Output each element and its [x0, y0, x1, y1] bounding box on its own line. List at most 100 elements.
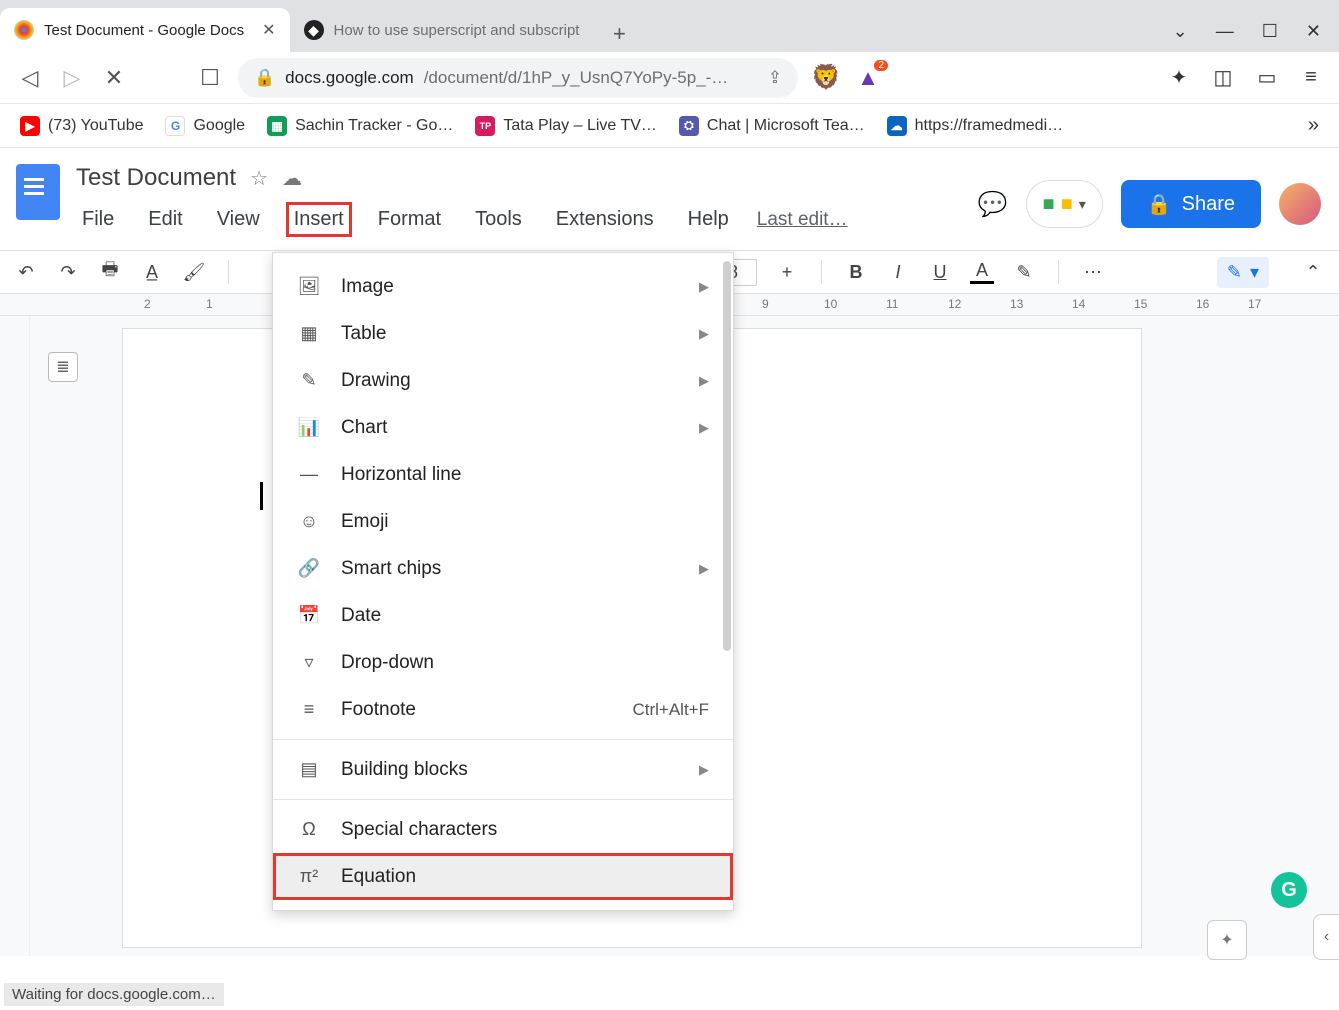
table-icon: ▦	[297, 323, 321, 344]
wallet-icon[interactable]: ▭	[1255, 66, 1279, 90]
star-icon[interactable]: ☆	[250, 166, 268, 191]
insert-menu-date[interactable]: 📅Date	[273, 592, 733, 639]
menu-item-label: Image	[341, 276, 394, 298]
horizontal-line-icon: —	[297, 464, 321, 485]
explore-button[interactable]: ✦	[1207, 920, 1247, 960]
bookmark-icon[interactable]: ☐	[196, 64, 224, 92]
menu-format[interactable]: Format	[372, 204, 447, 235]
underline-icon[interactable]: U	[928, 262, 952, 283]
browser-tab-inactive[interactable]: ◆ How to use superscript and subscript	[290, 8, 594, 52]
meet-icon2: ■	[1061, 193, 1073, 216]
share-button[interactable]: 🔒 Share	[1121, 180, 1261, 228]
browser-tabstrip: Test Document - Google Docs ✕ ◆ How to u…	[0, 0, 1339, 52]
bold-icon[interactable]: B	[844, 262, 868, 283]
editing-mode-button[interactable]: ✎▾	[1217, 257, 1269, 288]
url-host: docs.google.com	[285, 68, 414, 88]
cloud-saved-icon[interactable]: ☁	[282, 166, 302, 191]
highlight-icon[interactable]: ✎	[1012, 262, 1036, 283]
stop-icon[interactable]: ✕	[100, 64, 128, 92]
insert-menu-drop-down[interactable]: ▿Drop-down	[273, 639, 733, 686]
insert-menu-smart-chips[interactable]: 🔗Smart chips▶	[273, 545, 733, 592]
side-panel-toggle[interactable]: ‹	[1313, 914, 1339, 960]
redo-icon[interactable]: ↷	[56, 262, 80, 283]
vertical-ruler[interactable]	[0, 316, 30, 956]
window-controls: ⌄ — ☐ ✕	[1173, 21, 1339, 52]
comments-icon[interactable]: 💬	[978, 190, 1008, 219]
document-outline-button[interactable]: ≣	[48, 352, 78, 382]
bookmark-item[interactable]: ☁https://framedmedi…	[887, 116, 1064, 136]
bookmark-item[interactable]: ⛭Chat | Microsoft Tea…	[679, 116, 865, 136]
insert-menu-table[interactable]: ▦Table▶	[273, 310, 733, 357]
bookmark-item[interactable]: ▦Sachin Tracker - Go…	[267, 116, 453, 136]
brave-shield-icon[interactable]: 🦁	[812, 64, 840, 92]
extensions-icon[interactable]: ✦	[1167, 66, 1191, 90]
close-window-icon[interactable]: ✕	[1306, 21, 1321, 42]
collapse-toolbar-icon[interactable]: ⌃	[1301, 262, 1325, 283]
spellcheck-icon[interactable]: A̲	[140, 262, 164, 283]
insert-menu-building-blocks[interactable]: ▤Building blocks▶	[273, 746, 733, 793]
paint-format-icon[interactable]: 🖌	[182, 262, 206, 283]
insert-menu-emoji[interactable]: ☺Emoji	[273, 498, 733, 545]
google-icon: G	[165, 116, 185, 136]
insert-menu-special-characters[interactable]: ΩSpecial characters	[273, 806, 733, 853]
text-color-icon[interactable]: A	[970, 260, 994, 284]
menu-edit[interactable]: Edit	[142, 204, 188, 235]
bookmark-item[interactable]: ▶(73) YouTube	[20, 116, 143, 136]
menu-tools[interactable]: Tools	[469, 204, 528, 235]
menu-icon[interactable]: ≡	[1299, 66, 1323, 90]
more-icon[interactable]: ⋯	[1081, 262, 1105, 283]
teams-icon: ⛭	[679, 116, 699, 136]
address-bar[interactable]: 🔒 docs.google.com /document/d/1hP_y_UsnQ…	[238, 58, 798, 98]
insert-menu-chart[interactable]: 📊Chart▶	[273, 404, 733, 451]
bookmarks-overflow-icon[interactable]: »	[1308, 114, 1319, 137]
last-edit-link[interactable]: Last edit…	[757, 209, 848, 231]
favicon-icon	[14, 20, 34, 40]
menu-item-label: Drop-down	[341, 652, 434, 674]
menu-extensions[interactable]: Extensions	[550, 204, 660, 235]
browser-tab-active[interactable]: Test Document - Google Docs ✕	[0, 8, 290, 52]
account-avatar[interactable]	[1279, 183, 1321, 225]
font-size-inc-icon[interactable]: +	[775, 262, 799, 283]
sheets-icon: ▦	[267, 116, 287, 136]
grammarly-icon[interactable]: G	[1271, 872, 1307, 908]
undo-icon[interactable]: ↶	[14, 262, 38, 283]
menu-bar: File Edit View Insert Format Tools Exten…	[76, 198, 978, 235]
new-tab-button[interactable]: +	[601, 16, 637, 52]
minimize-icon[interactable]: —	[1216, 21, 1234, 42]
menu-item-label: Emoji	[341, 511, 389, 533]
submenu-arrow-icon: ▶	[699, 420, 709, 436]
insert-menu-image[interactable]: 🖼Image▶	[273, 263, 733, 310]
menu-view[interactable]: View	[211, 204, 266, 235]
chevron-down-icon[interactable]: ⌄	[1173, 21, 1188, 42]
docs-logo-icon[interactable]	[16, 164, 60, 220]
building-blocks-icon: ▤	[297, 759, 321, 780]
insert-menu-footnote[interactable]: ≡FootnoteCtrl+Alt+F	[273, 686, 733, 733]
menu-item-label: Date	[341, 605, 381, 627]
menu-scrollbar[interactable]	[723, 261, 731, 651]
share-url-icon[interactable]: ⇪	[768, 68, 782, 88]
menu-file[interactable]: File	[76, 204, 120, 235]
forward-icon: ▷	[58, 64, 86, 92]
url-path: /document/d/1hP_y_UsnQ7YoPy-5p_-…	[424, 68, 729, 88]
maximize-icon[interactable]: ☐	[1262, 21, 1278, 42]
close-icon[interactable]: ✕	[254, 20, 275, 40]
equation-icon: π²	[297, 866, 321, 887]
insert-menu-drawing[interactable]: ✎Drawing▶	[273, 357, 733, 404]
cloud-icon: ☁	[887, 116, 907, 136]
italic-icon[interactable]: I	[886, 262, 910, 283]
insert-menu-equation[interactable]: π²Equation	[273, 853, 733, 900]
insert-menu-horizontal-line[interactable]: —Horizontal line	[273, 451, 733, 498]
meet-button[interactable]: ■■ ▾	[1026, 180, 1103, 228]
special-characters-icon: Ω	[297, 819, 321, 840]
sidebar-icon[interactable]: ◫	[1211, 66, 1235, 90]
footnote-icon: ≡	[297, 699, 321, 720]
bookmark-item[interactable]: GGoogle	[165, 116, 245, 136]
document-title[interactable]: Test Document	[76, 164, 236, 192]
menu-insert[interactable]: Insert	[288, 204, 350, 235]
menu-help[interactable]: Help	[682, 204, 735, 235]
menu-item-label: Footnote	[341, 699, 416, 721]
brave-rewards-icon[interactable]: ▲2	[854, 64, 882, 92]
back-icon[interactable]: ◁	[16, 64, 44, 92]
print-icon[interactable]: 🖶	[98, 257, 122, 287]
bookmark-item[interactable]: TPTata Play – Live TV…	[475, 116, 657, 136]
